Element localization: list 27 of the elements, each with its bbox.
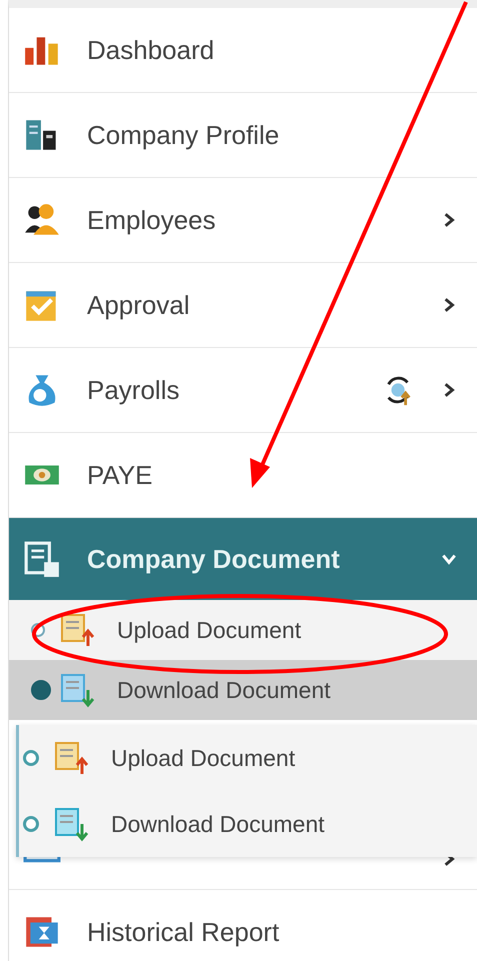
menu-item[interactable]: Company Profile bbox=[9, 93, 477, 178]
tree-node-dot bbox=[31, 680, 51, 700]
menu-item[interactable]: Approval bbox=[9, 263, 477, 348]
menu-group-header[interactable]: Company Document bbox=[9, 518, 477, 600]
document-icon bbox=[23, 540, 61, 578]
menu-label: Dashboard bbox=[87, 34, 216, 66]
menu-label: Company Document bbox=[87, 544, 341, 574]
menu-label: Approval bbox=[87, 290, 191, 320]
flyout-item[interactable]: Upload Document bbox=[19, 725, 477, 791]
download-document-icon bbox=[53, 806, 89, 842]
menu-label: PAYE bbox=[87, 460, 154, 490]
menu-item[interactable]: Historical Report bbox=[9, 890, 477, 961]
download-document-icon bbox=[59, 672, 95, 708]
menu-item[interactable]: Employees bbox=[9, 178, 477, 263]
tree-node-dot bbox=[23, 750, 39, 766]
menu-label: Company Profile bbox=[87, 120, 280, 150]
menu-label: Payrolls bbox=[87, 374, 180, 406]
menu-item[interactable]: Payrolls bbox=[9, 348, 477, 433]
upload-document-icon bbox=[53, 740, 89, 776]
menu-label: Historical Report bbox=[87, 916, 280, 948]
submenu-item[interactable]: Upload Document bbox=[9, 600, 477, 660]
flyout-item[interactable]: Download Document bbox=[19, 791, 477, 857]
tree-node-dot bbox=[23, 816, 39, 832]
menu-item[interactable]: Dashboard bbox=[9, 8, 477, 93]
menu-label: Employees bbox=[87, 204, 217, 236]
submenu-item[interactable]: Download Document bbox=[9, 660, 477, 720]
upload-document-icon bbox=[59, 612, 95, 648]
